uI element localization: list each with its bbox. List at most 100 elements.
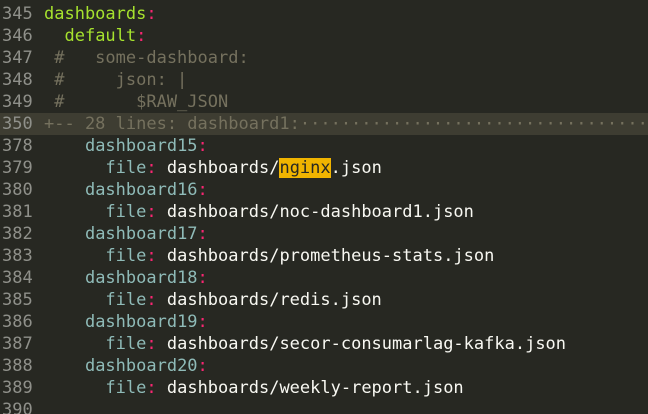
line-content: file: dashboards/secor-consumarlag-kafka… [38, 333, 648, 355]
line-content: file: dashboards/prometheus-stats.json [38, 245, 648, 267]
yaml-key: file [105, 334, 147, 354]
code-line[interactable]: 390 [0, 399, 648, 414]
fold-dots: ········································… [299, 114, 648, 134]
line-content: file: dashboards/noc-dashboard1.json [38, 201, 648, 223]
yaml-key: default [64, 26, 137, 46]
yaml-comment: # json: | [44, 70, 188, 90]
code-line[interactable]: 346 default: [0, 25, 648, 47]
line-number: 386 [2, 312, 33, 332]
search-match-highlight: nginx [279, 158, 331, 178]
line-content: # some-dashboard: [38, 47, 648, 69]
yaml-colon: : [197, 356, 208, 376]
line-content: # $RAW_JSON [38, 91, 648, 113]
line-content: dashboard19: [38, 311, 648, 333]
line-content: dashboard15: [38, 135, 648, 157]
code-line[interactable]: 385 file: dashboards/redis.json [0, 289, 648, 311]
line-number: 383 [2, 246, 33, 266]
line-number: 378 [2, 136, 33, 156]
line-content: +-- 28 lines: dashboard1:···············… [38, 113, 648, 135]
yaml-colon: : [146, 334, 157, 354]
code-line[interactable]: 378 dashboard15: [0, 135, 648, 157]
code-line[interactable]: 384 dashboard18: [0, 267, 648, 289]
code-line[interactable]: 348 # json: | [0, 69, 648, 91]
line-number: 379 [2, 158, 33, 178]
yaml-key: dashboard16 [84, 180, 198, 200]
line-content: file: dashboards/nginx.json [38, 157, 648, 179]
code-line[interactable]: 387 file: dashboards/secor-consumarlag-k… [0, 333, 648, 355]
yaml-colon: : [146, 246, 157, 266]
code-line[interactable]: 380 dashboard16: [0, 179, 648, 201]
yaml-colon: : [146, 158, 157, 178]
yaml-colon: : [146, 290, 157, 310]
code-line[interactable]: 383 file: dashboards/prometheus-stats.js… [0, 245, 648, 267]
yaml-comment: # some-dashboard: [44, 48, 249, 68]
code-line[interactable]: 347 # some-dashboard: [0, 47, 648, 69]
yaml-key: file [105, 202, 147, 222]
yaml-colon: : [197, 180, 208, 200]
line-number: 387 [2, 334, 33, 354]
yaml-value: dashboards/noc-dashboard1.json [156, 202, 474, 222]
yaml-colon: : [197, 312, 208, 332]
yaml-colon: : [146, 378, 157, 398]
code-editor[interactable]: 345 dashboards: 346 default: 347 # some-das… [0, 0, 648, 414]
yaml-key: file [105, 158, 147, 178]
yaml-value: dashboards/prometheus-stats.json [156, 246, 495, 266]
line-number: 384 [2, 268, 33, 288]
line-number: 380 [2, 180, 33, 200]
code-line[interactable]: 381 file: dashboards/noc-dashboard1.json [0, 201, 648, 223]
line-content: file: dashboards/redis.json [38, 289, 648, 311]
line-number: 349 [2, 92, 33, 112]
yaml-value: dashboards/secor-consumarlag-kafka.json [156, 334, 567, 354]
yaml-key: file [105, 246, 147, 266]
yaml-key: file [105, 378, 147, 398]
line-number: 345 [2, 4, 33, 24]
code-line[interactable]: 388 dashboard20: [0, 355, 648, 377]
yaml-key: dashboard18 [84, 268, 198, 288]
line-number: 389 [2, 378, 33, 398]
line-content: dashboards: [38, 3, 648, 25]
yaml-key: dashboard17 [84, 224, 198, 244]
yaml-colon: : [197, 224, 208, 244]
yaml-key: file [105, 290, 147, 310]
code-line[interactable]: 389 file: dashboards/weekly-report.json [0, 377, 648, 399]
code-line[interactable]: 379 file: dashboards/nginx.json [0, 157, 648, 179]
code-line[interactable]: 386 dashboard19: [0, 311, 648, 333]
line-content: dashboard18: [38, 267, 648, 289]
yaml-colon: : [146, 4, 157, 24]
folded-lines-row[interactable]: 350 +-- 28 lines: dashboard1:············… [0, 113, 648, 135]
line-number: 390 [2, 400, 33, 414]
yaml-key: dashboard15 [84, 136, 198, 156]
yaml-value: dashboards/redis.json [156, 290, 382, 310]
line-content: default: [38, 25, 648, 47]
line-number: 382 [2, 224, 33, 244]
fold-summary: +-- 28 lines: dashboard1: [44, 114, 300, 134]
line-number: 350 [2, 114, 33, 134]
line-content: dashboard16: [38, 179, 648, 201]
line-content: dashboard17: [38, 223, 648, 245]
code-line[interactable]: 382 dashboard17: [0, 223, 648, 245]
yaml-value: .json [330, 158, 382, 178]
yaml-value: dashboards/weekly-report.json [156, 378, 464, 398]
yaml-key: dashboard20 [84, 356, 198, 376]
code-line[interactable]: 349 # $RAW_JSON [0, 91, 648, 113]
yaml-value: dashboards/ [156, 158, 280, 178]
line-content: dashboard20: [38, 355, 648, 377]
code-line[interactable]: 345 dashboards: [0, 3, 648, 25]
yaml-key: dashboard19 [84, 312, 198, 332]
line-number: 346 [2, 26, 33, 46]
line-content: # json: | [38, 69, 648, 91]
line-number: 385 [2, 290, 33, 310]
